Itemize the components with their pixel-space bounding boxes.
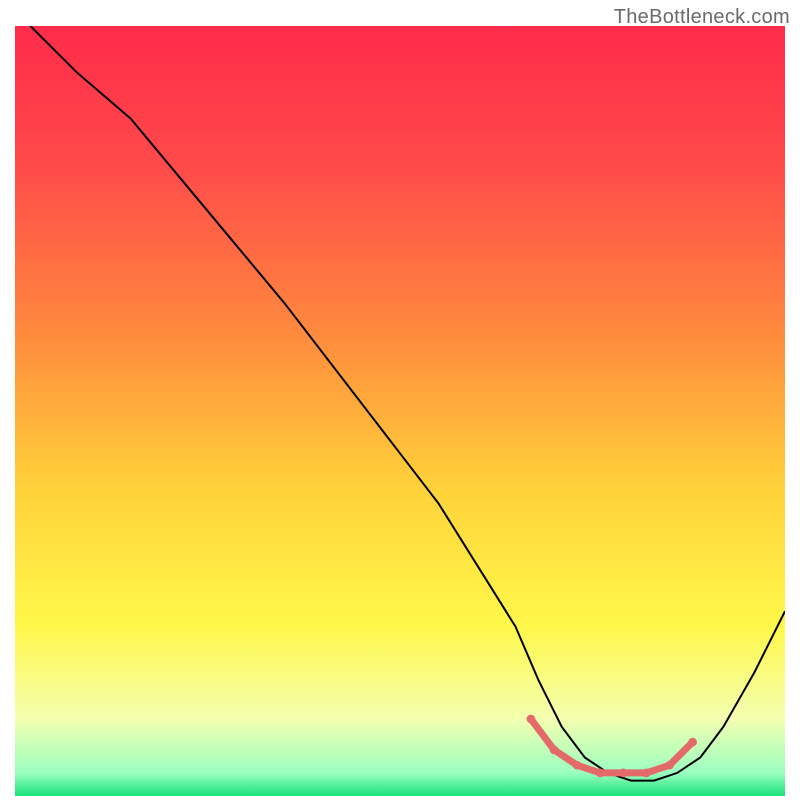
optimal-range-dot [550,745,559,754]
optimal-range-dot [665,761,674,770]
optimal-range-dot [619,769,628,778]
optimal-range-dot [596,769,605,778]
gradient-background [15,26,785,796]
optimal-range-dot [573,761,582,770]
bottleneck-chart: TheBottleneck.com [0,0,800,800]
optimal-range-dot [642,769,651,778]
chart-plot-area [15,26,785,796]
chart-svg [15,26,785,796]
optimal-range-dot [688,738,697,747]
optimal-range-dot [527,715,536,724]
